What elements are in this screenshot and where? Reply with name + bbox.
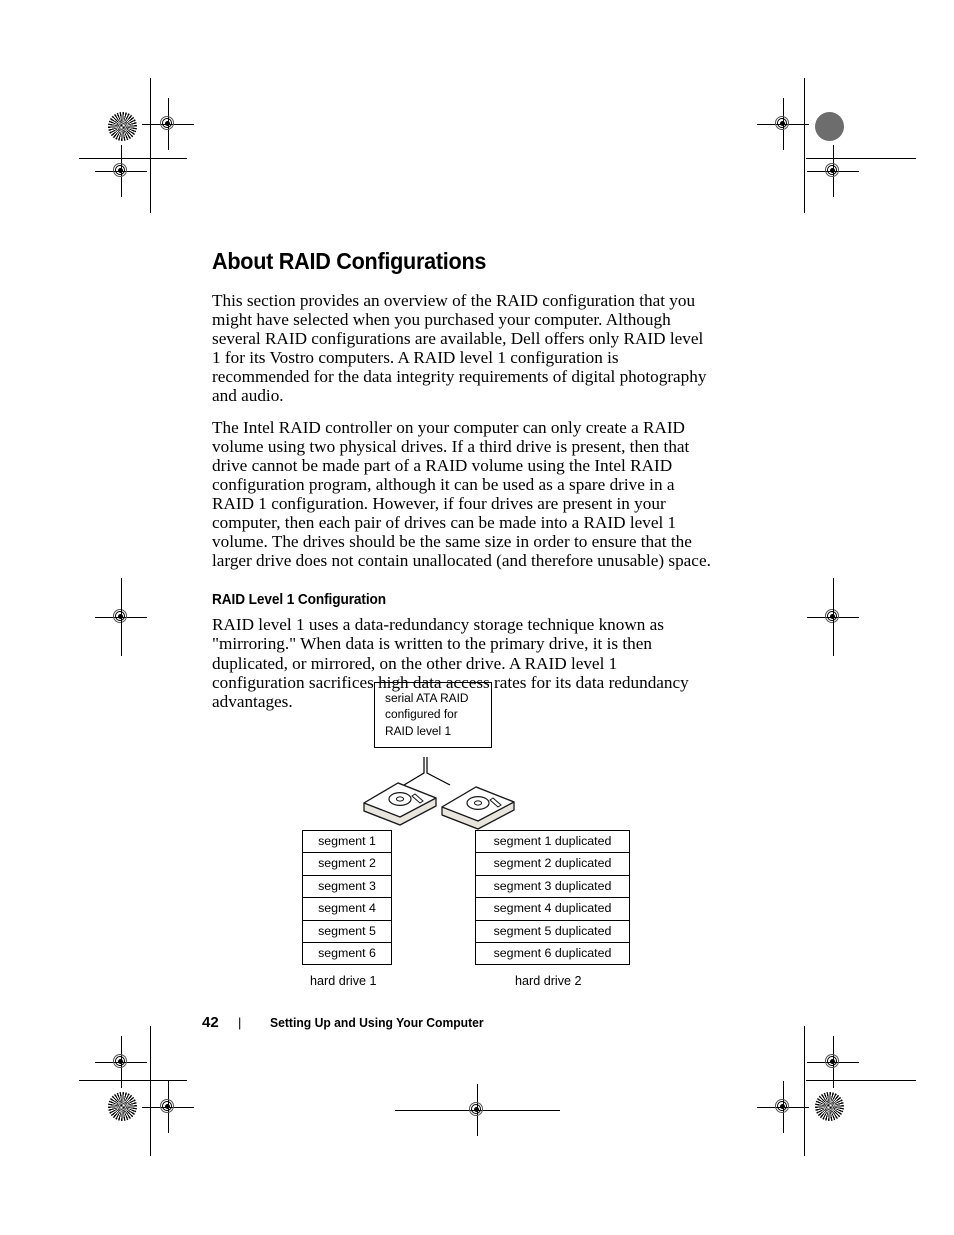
- trim-line-top-left-vertical: [150, 78, 151, 213]
- registration-mark-top-left-inner: [142, 98, 194, 150]
- registration-mark-bottom-left-inner: [142, 1081, 194, 1133]
- registration-mark-bottom-right-outer: [807, 1036, 859, 1088]
- paragraph-controller: The Intel RAID controller on your comput…: [212, 417, 711, 571]
- segment-cell: segment 1 duplicated: [476, 831, 629, 854]
- registration-mark-bottom-left-outer: [95, 1036, 147, 1088]
- segment-cell: segment 4: [303, 898, 391, 921]
- segment-cell: segment 4 duplicated: [476, 898, 629, 921]
- callout-line-2: configured for: [385, 707, 458, 722]
- segment-cell: segment 5: [303, 921, 391, 943]
- trim-line-bottom-left-horizontal: [79, 1080, 187, 1081]
- chapter-title: Setting Up and Using Your Computer: [270, 1015, 484, 1030]
- trim-line-bottom-right-horizontal: [806, 1080, 916, 1081]
- registration-dot: [779, 120, 785, 126]
- registration-dot: [164, 120, 170, 126]
- segment-cell: segment 2 duplicated: [476, 853, 629, 876]
- registration-dot: [117, 167, 123, 173]
- page-title: About RAID Configurations: [212, 248, 487, 274]
- paragraph-overview: This section provides an overview of the…: [212, 291, 707, 406]
- page-number: 42: [202, 1014, 219, 1031]
- segment-cell: segment 1: [303, 831, 391, 854]
- segment-table-drive-2: segment 1 duplicated segment 2 duplicate…: [475, 830, 630, 966]
- registration-dot: [164, 1103, 170, 1109]
- registration-mark-top-left-outer: [95, 145, 147, 197]
- segment-cell: segment 6: [303, 943, 391, 966]
- raid-level-1-diagram: serial ATA RAID configured for RAID leve…: [212, 682, 712, 988]
- registration-dot: [829, 1058, 835, 1064]
- segment-cell: segment 2: [303, 853, 391, 876]
- segment-table-drive-1: segment 1 segment 2 segment 3 segment 4 …: [302, 830, 392, 966]
- hard-drive-illustrations: [363, 782, 515, 830]
- section-subtitle: RAID Level 1 Configuration: [212, 592, 387, 609]
- hard-drive-2-illustration: [441, 786, 515, 830]
- callout-line-1: serial ATA RAID: [385, 691, 469, 705]
- segment-cell: segment 5 duplicated: [476, 921, 629, 943]
- density-patch-bottom-right: [815, 1092, 844, 1121]
- caption-hard-drive-2: hard drive 2: [515, 974, 582, 988]
- callout-line-3: RAID level 1: [385, 723, 452, 738]
- registration-dot: [117, 1058, 123, 1064]
- page-content: About RAID Configurations This section p…: [212, 248, 712, 988]
- registration-mark-top-right-outer: [807, 145, 859, 197]
- registration-mark-bottom-right-inner: [757, 1081, 809, 1133]
- registration-dot: [829, 167, 835, 173]
- segment-cell: segment 3 duplicated: [476, 876, 629, 899]
- registration-dot: [473, 1106, 479, 1112]
- footer-separator: |: [238, 1015, 242, 1030]
- trim-line-bottom-left-vertical: [150, 1026, 151, 1156]
- page-footer: 42 | Setting Up and Using Your Computer: [202, 1014, 495, 1031]
- trim-line-middle-right-vertical: [833, 578, 834, 656]
- caption-hard-drive-1: hard drive 1: [310, 974, 377, 988]
- hard-drive-1-illustration: [363, 782, 437, 826]
- registration-dot: [779, 1103, 785, 1109]
- segment-cell: segment 3: [303, 876, 391, 899]
- segment-cell: segment 6 duplicated: [476, 943, 629, 966]
- trim-line-bottom-right-vertical: [804, 1026, 805, 1156]
- density-patch-top-right: [815, 112, 844, 141]
- density-patch-top-left: [108, 112, 137, 141]
- trim-line-middle-left-vertical: [121, 578, 122, 656]
- trim-line-top-right-vertical: [804, 78, 805, 213]
- callout-serial-ata-raid: serial ATA RAID configured for RAID leve…: [374, 682, 492, 749]
- registration-mark-bottom-center: [451, 1084, 503, 1136]
- registration-mark-top-right-inner: [757, 98, 809, 150]
- density-patch-bottom-left: [108, 1092, 137, 1121]
